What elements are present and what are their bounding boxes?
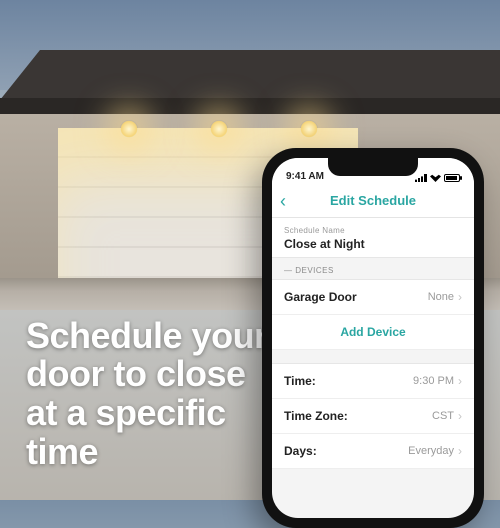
- status-time: 9:41 AM: [286, 171, 324, 182]
- device-row[interactable]: Garage Door None ›: [272, 280, 474, 315]
- signal-icon: [415, 174, 427, 182]
- back-button[interactable]: ‹: [280, 192, 286, 210]
- days-row[interactable]: Days: Everyday ›: [272, 434, 474, 469]
- chevron-right-icon: ›: [458, 290, 462, 304]
- row-key: Days:: [284, 444, 317, 458]
- add-device-button[interactable]: Add Device: [272, 315, 474, 350]
- schedule-name-field[interactable]: Schedule Name Close at Night: [272, 218, 474, 257]
- marketing-tagline: Schedule your door to close at a specifi…: [26, 317, 276, 473]
- battery-icon: [444, 174, 460, 182]
- wifi-icon: [430, 174, 441, 182]
- chevron-right-icon: ›: [458, 444, 462, 458]
- row-key: Time Zone:: [284, 409, 348, 423]
- device-name: Garage Door: [284, 290, 357, 304]
- devices-header: — DEVICES: [272, 257, 474, 280]
- chevron-left-icon: ‹: [280, 191, 286, 211]
- app-screen: 9:41 AM ‹ Edit Schedule Schedule Name Cl…: [272, 158, 474, 518]
- timezone-row[interactable]: Time Zone: CST ›: [272, 399, 474, 434]
- row-value: 9:30 PM: [413, 375, 454, 387]
- time-row[interactable]: Time: 9:30 PM ›: [272, 364, 474, 399]
- row-value: CST: [432, 410, 454, 422]
- phone-frame: 9:41 AM ‹ Edit Schedule Schedule Name Cl…: [262, 148, 484, 528]
- nav-title: Edit Schedule: [330, 193, 416, 208]
- chevron-right-icon: ›: [458, 374, 462, 388]
- chevron-right-icon: ›: [458, 409, 462, 423]
- row-key: Time:: [284, 374, 316, 388]
- nav-bar: ‹ Edit Schedule: [272, 184, 474, 218]
- field-value: Close at Night: [284, 237, 462, 251]
- row-value: Everyday: [408, 445, 454, 457]
- device-value: None: [428, 291, 454, 303]
- field-label: Schedule Name: [284, 226, 462, 235]
